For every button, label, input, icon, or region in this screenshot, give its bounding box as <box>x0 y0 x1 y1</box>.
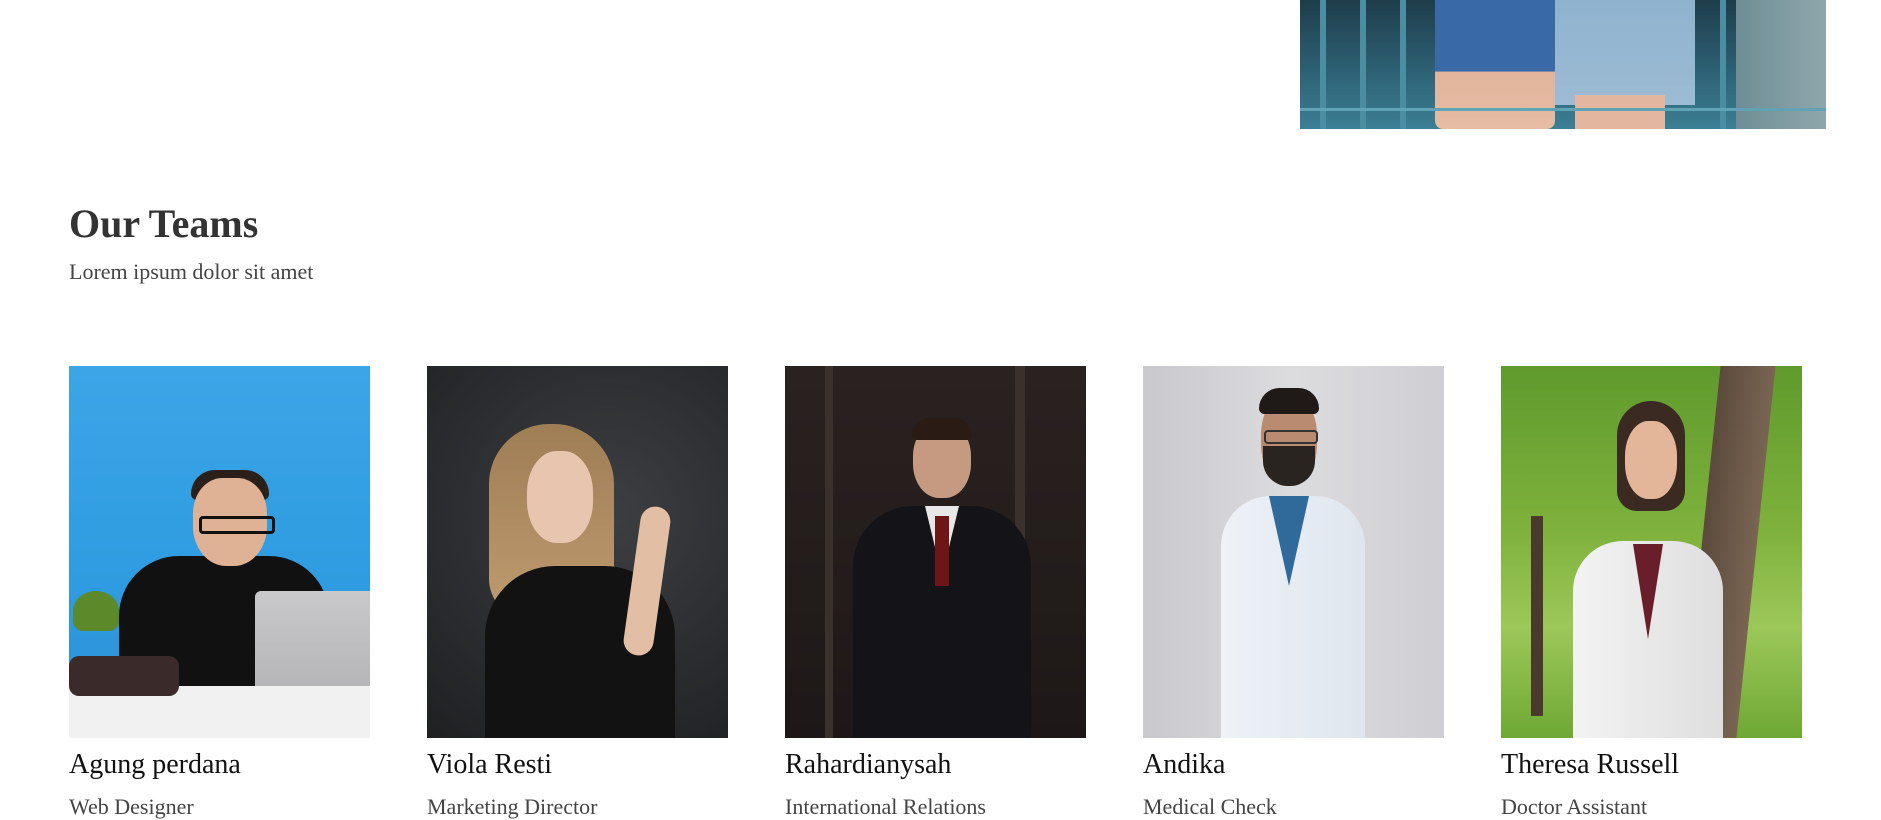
tree-shape <box>1531 516 1543 716</box>
page: Our Teams Lorem ipsum dolor sit amet Agu… <box>0 0 1881 820</box>
team-member-role: Web Designer <box>69 794 194 819</box>
glasses-shape <box>199 516 275 534</box>
laptop-shape <box>255 591 370 691</box>
hair-shape <box>912 418 972 440</box>
beard-shape <box>1263 446 1315 486</box>
plant-shape <box>73 591 119 631</box>
camera-shape <box>69 656 179 696</box>
team-member-card: Theresa Russell Doctor Assistant <box>1501 366 1802 820</box>
hero-photo <box>1300 0 1826 129</box>
team-grid: Agung perdana Web Designer Viola Resti M… <box>69 366 1802 820</box>
team-member-role: Marketing Director <box>427 794 598 819</box>
section-subtitle: Lorem ipsum dolor sit amet <box>69 259 314 284</box>
team-member-card: Rahardianysah International Relations <box>785 366 1086 820</box>
team-member-photo <box>427 366 728 738</box>
team-member-role: Medical Check <box>1143 794 1277 819</box>
photo-figure <box>1575 95 1665 129</box>
tree-shape <box>825 366 833 738</box>
team-member-card: Viola Resti Marketing Director <box>427 366 728 820</box>
team-member-photo <box>785 366 1086 738</box>
glasses-shape <box>1264 430 1318 444</box>
team-member-name: Agung perdana <box>69 749 241 780</box>
team-member-role: Doctor Assistant <box>1501 794 1648 819</box>
photo-figure <box>1555 0 1695 105</box>
hair-shape <box>1259 388 1319 414</box>
fence-rail <box>1300 108 1826 111</box>
team-member-role: International Relations <box>785 794 986 819</box>
team-member-photo <box>1501 366 1802 738</box>
team-member-photo <box>69 366 370 738</box>
face-shape <box>1625 421 1677 499</box>
section-title: Our Teams <box>69 201 259 246</box>
team-member-card: Agung perdana Web Designer <box>69 366 370 820</box>
team-member-card: Andika Medical Check <box>1143 366 1444 820</box>
team-member-photo <box>1143 366 1444 738</box>
team-member-name: Viola Resti <box>427 749 553 780</box>
team-member-name: Theresa Russell <box>1501 749 1680 780</box>
team-member-name: Andika <box>1143 749 1226 780</box>
team-member-name: Rahardianysah <box>785 749 952 780</box>
tie-shape <box>935 516 949 586</box>
face-shape <box>527 451 593 543</box>
